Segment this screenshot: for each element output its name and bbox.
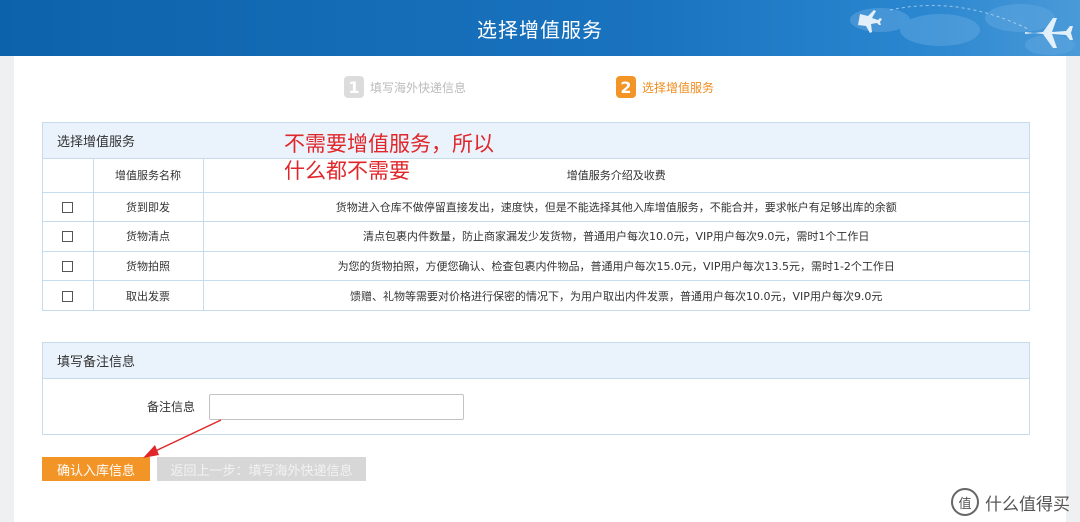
service-name: 货到即发	[93, 192, 204, 222]
service-description: 馈赠、礼物等需要对价格进行保密的情况下，为用户取出内件发票，普通用户每次10.0…	[350, 289, 883, 303]
column-header-select	[43, 159, 94, 193]
service-description: 货物进入仓库不做停留直接发出，速度快，但是不能选择其他入库增值服务，不能合并，要…	[203, 192, 1029, 222]
service-name: 货物清点	[93, 221, 204, 252]
remark-panel-title: 填写备注信息	[43, 343, 1029, 379]
watermark-logo-icon: 值	[951, 488, 979, 516]
red-arrow-annotation	[143, 419, 222, 458]
service-checkbox-direct-ship[interactable]	[62, 201, 74, 213]
remark-label: 备注信息	[146, 400, 195, 414]
column-header-name: 增值服务名称	[93, 159, 204, 193]
red-annotation-note: 不需要增值服务，所以 什么都不需要	[284, 131, 544, 185]
remark-input[interactable]	[209, 393, 464, 420]
service-description: 为您的货物拍照，方便您确认、检查包裹内件物品，普通用户每次15.0元，VIP用户…	[203, 251, 1029, 281]
service-name: 取出发票	[93, 280, 204, 310]
world-map-airplane-decoration	[850, 4, 1075, 55]
step-number: 1	[344, 76, 364, 98]
site-watermark: 值 什么值得买	[951, 488, 1070, 516]
annotation-line-2: 什么都不需要	[284, 159, 410, 183]
step-fill-express-info: 1 填写海外快递信息	[344, 76, 466, 98]
annotation-line-1: 不需要增值服务，所以	[284, 132, 494, 156]
service-checkbox-count-items[interactable]	[62, 231, 74, 243]
step-label: 选择增值服务	[642, 80, 715, 95]
table-row: 货到即发 货物进入仓库不做停留直接发出，速度快，但是不能选择其他入库增值服务，不…	[43, 192, 1029, 222]
table-row: 货物拍照 为您的货物拍照，方便您确认、检查包裹内件物品，普通用户每次15.0元，…	[43, 251, 1029, 281]
service-description: 清点包裹内件数量，防止商家漏发少发货物，普通用户每次10.0元，VIP用户每次9…	[203, 221, 1029, 252]
progress-steps: 1 填写海外快递信息 2 选择增值服务	[14, 76, 1066, 100]
step-select-services: 2 选择增值服务	[616, 76, 714, 98]
step-number: 2	[616, 76, 636, 98]
table-row: 货物清点 清点包裹内件数量，防止商家漏发少发货物，普通用户每次10.0元，VIP…	[43, 221, 1029, 252]
service-checkbox-remove-invoice[interactable]	[62, 290, 74, 302]
step-label: 填写海外快递信息	[370, 80, 467, 95]
page-header: 选择增值服务	[0, 0, 1080, 56]
table-row: 取出发票 馈赠、礼物等需要对价格进行保密的情况下，为用户取出内件发票，普通用户每…	[43, 280, 1029, 310]
service-name: 货物拍照	[93, 251, 204, 281]
watermark-text: 什么值得买	[985, 494, 1070, 515]
service-checkbox-photo[interactable]	[62, 260, 74, 272]
page-title: 选择增值服务	[477, 17, 603, 42]
